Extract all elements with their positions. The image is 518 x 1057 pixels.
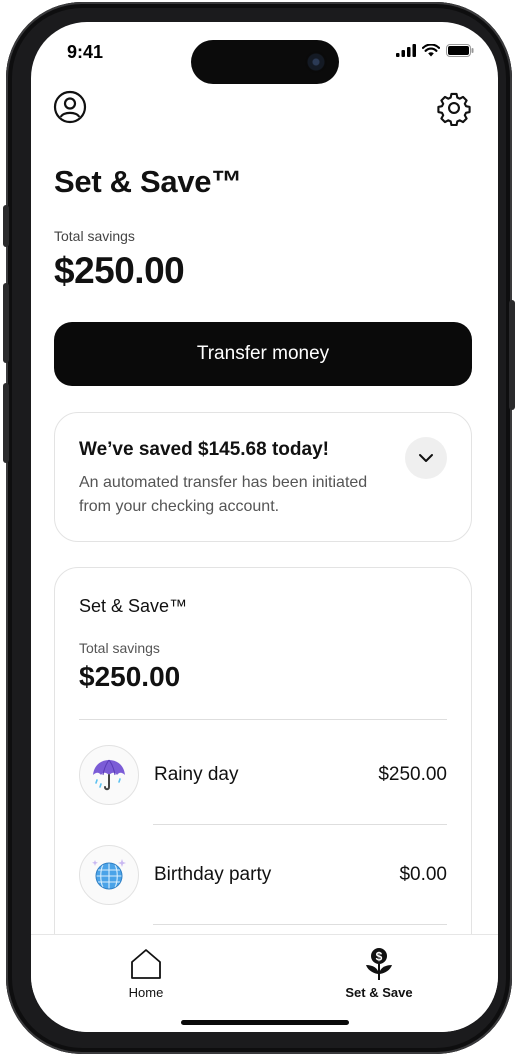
wifi-icon (422, 44, 440, 57)
home-icon (131, 949, 161, 979)
svg-text:$: $ (376, 950, 383, 964)
divider (153, 924, 447, 925)
page-title: Set & Save™ (54, 164, 242, 199)
home-indicator[interactable] (181, 1020, 349, 1025)
goal-icon-wrapper (79, 845, 139, 905)
savings-card-label: Total savings (79, 640, 160, 656)
status-time: 9:41 (67, 42, 104, 62)
divider (79, 719, 447, 720)
savings-card-title: Set & Save™ (79, 596, 188, 616)
transfer-money-button[interactable]: Transfer money (54, 322, 472, 386)
battery-icon (446, 44, 474, 57)
total-savings-label: Total savings (54, 228, 135, 244)
savings-card-amount: $250.00 (79, 661, 181, 692)
goal-amount: $0.00 (399, 864, 447, 885)
gear-icon (437, 92, 471, 126)
umbrella-icon (93, 759, 125, 791)
money-plant-icon: $ (366, 948, 392, 980)
tab-label: Set & Save (345, 985, 413, 1000)
screen: 9:41 Set & Save™ Total savings $250.00 T… (31, 22, 498, 1032)
goal-row-rainy-day[interactable]: Rainy day $250.00 (79, 745, 447, 807)
goal-amount: $250.00 (378, 764, 447, 785)
settings-button[interactable] (436, 90, 472, 126)
notice-title: We’ve saved $145.68 today! (79, 439, 329, 460)
tab-bar: Home $ Set & Save (31, 934, 498, 1032)
goal-name: Birthday party (154, 864, 272, 885)
camera-icon (305, 51, 327, 73)
tab-home[interactable]: Home (115, 947, 177, 1000)
savings-notice-card[interactable]: We’ve saved $145.68 today! An automated … (54, 412, 472, 542)
goal-icon-wrapper (79, 745, 139, 805)
status-icons (396, 44, 474, 57)
goal-row-birthday-party[interactable]: Birthday party $0.00 (79, 845, 447, 907)
signal-icon (396, 44, 416, 57)
volume-down-button (3, 383, 9, 463)
notice-body: An automated transfer has been initiated… (79, 474, 368, 515)
total-savings-amount: $250.00 (54, 250, 185, 291)
volume-up-button (3, 283, 9, 363)
expand-button[interactable] (405, 437, 447, 479)
chevron-down-icon (419, 454, 433, 462)
profile-icon (53, 90, 87, 124)
power-button (509, 300, 515, 410)
tab-set-and-save[interactable]: $ Set & Save (331, 947, 427, 1000)
action-button (3, 205, 9, 247)
tab-label: Home (128, 985, 164, 1000)
dynamic-island (191, 40, 339, 84)
profile-button[interactable] (53, 90, 87, 124)
divider (153, 824, 447, 825)
savings-summary-card: Set & Save™ Total savings $250.00 Rainy … (54, 567, 472, 989)
disco-ball-icon (92, 859, 126, 890)
goal-name: Rainy day (154, 764, 239, 785)
